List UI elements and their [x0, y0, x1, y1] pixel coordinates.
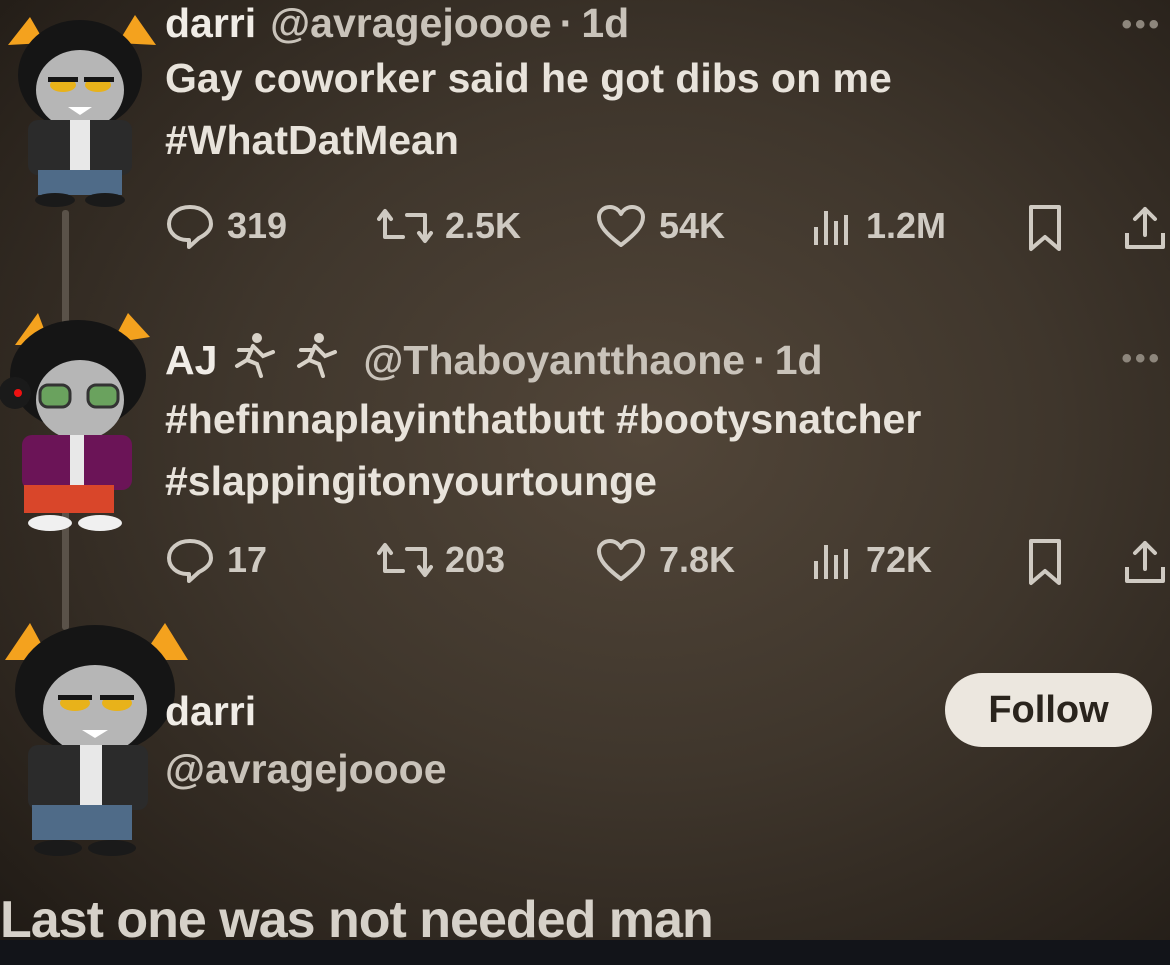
view-count: 72K: [866, 539, 933, 580]
user-handle[interactable]: @avragejoooe: [270, 0, 552, 47]
running-figure-icon: [291, 332, 341, 388]
bookmark-button[interactable]: [1025, 537, 1077, 587]
bookmark-button[interactable]: [1025, 203, 1077, 253]
views-chart-icon: [814, 545, 848, 579]
follow-button[interactable]: Follow: [945, 673, 1152, 747]
repost-count: 2.5K: [445, 205, 522, 246]
reply-button[interactable]: 17: [165, 537, 267, 583]
tweet-header: darri @avragejoooe · 1d: [165, 0, 1170, 47]
hashtag[interactable]: #WhatDatMean: [165, 109, 1170, 171]
views-button[interactable]: 1.2M: [810, 203, 946, 249]
avatar[interactable]: [0, 5, 160, 210]
views-button[interactable]: 72K: [810, 537, 932, 583]
tweet-header: AJ @Thaboyantthaone · 1d: [165, 332, 1170, 388]
user-handle[interactable]: @Thaboyantthaone: [363, 337, 745, 384]
reply-count: 17: [227, 539, 268, 580]
tweet[interactable]: AJ @Thaboyantthaone · 1d ••• #hefinnapla…: [165, 332, 1170, 512]
reply-count: 319: [227, 205, 288, 246]
heart-icon: [597, 539, 645, 581]
display-name[interactable]: darri: [165, 0, 256, 47]
views-chart-icon: [814, 211, 848, 245]
tweet-actions: 319 2.5K 54K 1.2M: [165, 203, 1170, 253]
share-icon: [1125, 207, 1165, 249]
like-count: 54K: [659, 205, 726, 246]
tweet-text: #hefinnaplayinthatbutt #bootysnatcher #s…: [165, 388, 1170, 512]
profile-handle[interactable]: @avragejoooe: [165, 746, 447, 793]
separator-dot: ·: [753, 336, 767, 383]
separator-dot: ·: [559, 0, 574, 46]
bottom-bar: [0, 940, 1170, 965]
hashtag[interactable]: #slappingitonyourtounge: [165, 450, 1170, 512]
repost-button[interactable]: 203: [377, 537, 505, 583]
display-name[interactable]: AJ: [165, 337, 217, 384]
reply-button[interactable]: 319: [165, 203, 287, 249]
heart-icon: [597, 205, 645, 247]
repost-icon: [377, 543, 433, 577]
reply-icon: [167, 539, 213, 583]
tweet-actions: 17 203 7.8K 72K: [165, 537, 1170, 587]
like-count: 7.8K: [659, 539, 736, 580]
more-options-icon[interactable]: •••: [1121, 8, 1162, 42]
profile-display-name[interactable]: darri: [165, 688, 256, 735]
tweet-text: Gay coworker said he got dibs on me #Wha…: [165, 47, 1170, 171]
avatar[interactable]: [0, 615, 190, 860]
repost-count: 203: [445, 539, 506, 580]
bookmark-icon: [1029, 205, 1061, 251]
share-button[interactable]: [1123, 203, 1170, 253]
timestamp: 1d: [581, 0, 630, 46]
tweet-text-line: Gay coworker said he got dibs on me: [165, 55, 892, 101]
hashtag[interactable]: #hefinnaplayinthatbutt #bootysnatcher: [165, 388, 1170, 450]
like-button[interactable]: 54K: [595, 203, 725, 249]
bookmark-icon: [1029, 539, 1061, 585]
more-options-icon[interactable]: •••: [1121, 342, 1162, 376]
repost-button[interactable]: 2.5K: [377, 203, 521, 249]
view-count: 1.2M: [866, 205, 947, 246]
like-button[interactable]: 7.8K: [595, 537, 735, 583]
share-button[interactable]: [1123, 537, 1170, 587]
timestamp: 1d: [774, 336, 823, 383]
avatar[interactable]: [0, 305, 160, 535]
repost-icon: [377, 209, 433, 243]
running-figure-icon: [229, 332, 279, 388]
tweet[interactable]: darri @avragejoooe · 1d ••• Gay coworker…: [165, 0, 1170, 171]
share-icon: [1125, 541, 1165, 583]
reply-icon: [167, 205, 213, 249]
